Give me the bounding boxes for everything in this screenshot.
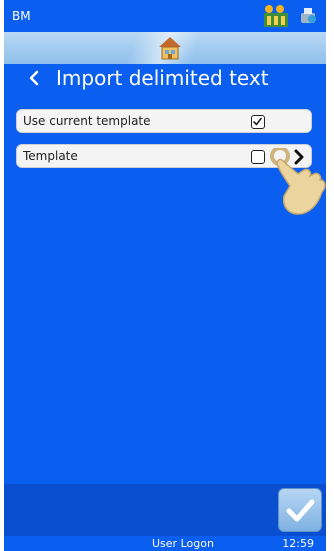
- user-logon-link[interactable]: User Logon: [152, 537, 214, 550]
- title-bar: Import delimited text: [4, 64, 326, 94]
- confirm-button[interactable]: [278, 488, 322, 532]
- bottom-status-bar: User Logon 12:59: [4, 536, 326, 551]
- home-icon: [159, 37, 181, 60]
- checkmark-icon: [253, 117, 262, 126]
- use-current-template-row[interactable]: Use current template: [16, 109, 312, 133]
- template-label: Template: [23, 149, 78, 163]
- status-app-label: BM: [12, 9, 31, 23]
- template-row[interactable]: Template: [16, 144, 312, 168]
- template-checkbox[interactable]: [251, 150, 265, 164]
- clock: 12:59: [282, 537, 314, 550]
- footer-bar: [4, 484, 326, 536]
- home-button[interactable]: [157, 35, 183, 61]
- use-current-template-label: Use current template: [23, 114, 151, 128]
- checkmark-icon: [286, 499, 315, 522]
- use-current-template-checkbox[interactable]: [251, 115, 265, 129]
- label-roll-icon: [264, 5, 288, 27]
- chevron-left-icon: [29, 70, 39, 86]
- home-bar: [4, 32, 326, 64]
- status-bar: BM: [4, 0, 326, 32]
- back-button[interactable]: [26, 66, 44, 90]
- page-title: Import delimited text: [56, 66, 269, 90]
- device-screen: BM Import delimited text Use current tem…: [4, 0, 326, 551]
- status-icons: [262, 4, 318, 28]
- printer-status-icon: [301, 8, 316, 23]
- tap-hand-icon: [270, 148, 326, 215]
